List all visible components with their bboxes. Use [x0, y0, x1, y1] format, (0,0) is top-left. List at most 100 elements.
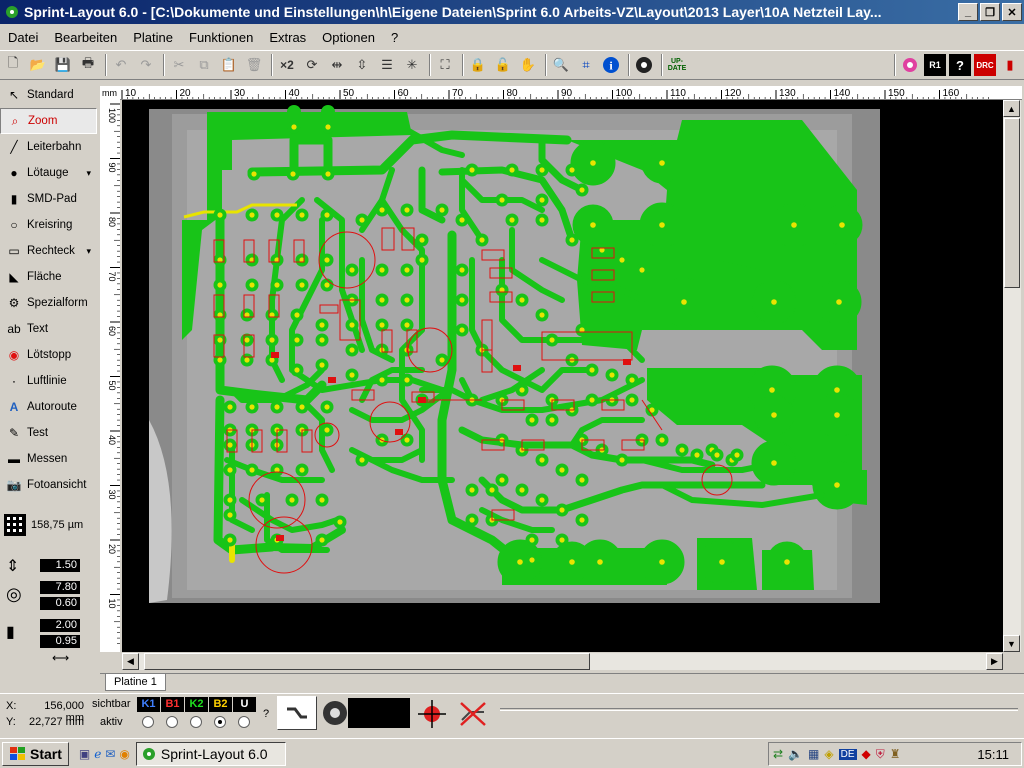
tool-autoroute[interactable]: A Autoroute [0, 394, 97, 420]
info-icon[interactable]: i [600, 54, 622, 76]
update-button[interactable]: UP- DATE [666, 54, 688, 76]
tool-rechteck[interactable]: ▭ Rechteck ▾ [0, 238, 97, 264]
pad-pattern-icon[interactable] [322, 700, 348, 729]
cut-icon[interactable]: ✂ [168, 54, 190, 76]
paste-icon[interactable]: 📋 [218, 54, 240, 76]
tool-fläche[interactable]: ◣ Fläche [0, 264, 97, 290]
new-file-icon[interactable]: 🗋 [2, 54, 24, 76]
update-tray-icon[interactable]: ♜ [890, 747, 901, 761]
layer-u-active-radio[interactable] [238, 716, 250, 728]
hand-icon[interactable]: ✋ [517, 54, 539, 76]
tool-leiterbahn[interactable]: ╱ Leiterbahn [0, 134, 97, 160]
ie-icon[interactable]: ℯ [94, 747, 101, 761]
delete-icon[interactable]: 🗑 [243, 54, 265, 76]
display-icon[interactable]: ◈ [824, 747, 833, 761]
layer-b1-visible[interactable]: B1 [161, 697, 184, 712]
rotate-icon[interactable]: ⟳ [301, 54, 323, 76]
grid-setting[interactable]: 158,75 µm [4, 514, 83, 536]
media-icon[interactable]: ◉ [119, 747, 129, 761]
tool-luftlinie[interactable]: ⸱ Luftlinie [0, 368, 97, 394]
menu-help[interactable]: ? [383, 30, 406, 45]
scroll-up-button[interactable]: ▲ [1003, 100, 1020, 117]
crop-icon[interactable]: ⌗ [575, 54, 597, 76]
grid-pattern-icon[interactable] [633, 54, 655, 76]
task-sprint-layout[interactable]: Sprint-Layout 6.0 [135, 741, 286, 766]
exit-icon[interactable]: ▮ [999, 54, 1021, 76]
drc-button[interactable]: DRC [974, 54, 996, 76]
vertical-scroll-thumb[interactable] [1004, 118, 1020, 288]
copy-icon[interactable]: ⧉ [193, 54, 215, 76]
tool-standard[interactable]: ↖ Standard [0, 82, 97, 108]
scanner-icon[interactable]: ▦ [808, 747, 819, 761]
dropdown-arrow-icon[interactable]: ▾ [86, 246, 91, 257]
layer-u-visible[interactable]: U [233, 697, 256, 712]
no-connect-icon[interactable] [458, 700, 488, 731]
print-icon[interactable]: 🖶 [77, 54, 99, 76]
layer-k2-visible[interactable]: K2 [185, 697, 208, 712]
crosshair-icon[interactable] [418, 700, 446, 731]
network-icon[interactable]: ⇄ [773, 747, 783, 761]
tool-kreisring[interactable]: ○ Kreisring [0, 212, 97, 238]
track-mode-button[interactable] [277, 696, 317, 730]
antivirus-icon[interactable]: ◆ [862, 747, 871, 761]
desktop-icon[interactable]: ▣ [79, 747, 90, 761]
help-query-icon[interactable]: ? [949, 54, 971, 76]
smd-width-field[interactable]: 2.00 [40, 619, 80, 632]
layer-k2-active-radio[interactable] [190, 716, 202, 728]
r1-button[interactable]: R1 [924, 54, 946, 76]
tool-smd-pad[interactable]: ▮ SMD-Pad [0, 186, 97, 212]
mirror-h-icon[interactable]: ⇹ [326, 54, 348, 76]
close-button[interactable]: ✕ [1002, 3, 1022, 21]
group-icon[interactable]: ⛶ [434, 54, 456, 76]
menu-platine[interactable]: Platine [125, 30, 181, 45]
layer-help[interactable]: ? [263, 708, 269, 720]
scroll-left-button[interactable]: ◀ [122, 653, 139, 670]
layer-b1-active-radio[interactable] [166, 716, 178, 728]
align-icon[interactable]: ☰ [376, 54, 398, 76]
scroll-right-button[interactable]: ▶ [986, 653, 1003, 670]
minimize-button[interactable]: _ [958, 3, 978, 21]
tool-fotoansicht[interactable]: 📷 Fotoansicht [0, 472, 97, 498]
tab-platine-1[interactable]: Platine 1 [105, 674, 166, 691]
horizontal-scrollbar[interactable]: ◀ ▶ [122, 653, 1003, 670]
menu-datei[interactable]: Datei [0, 30, 46, 45]
language-indicator[interactable]: DE [838, 748, 857, 760]
layer-b2-active-radio[interactable] [214, 716, 226, 728]
tool-text[interactable]: ab Text [0, 316, 97, 342]
layer-k1-visible[interactable]: K1 [137, 697, 160, 712]
tool-lötauge[interactable]: ● Lötauge ▾ [0, 160, 97, 186]
pad-inner-field[interactable]: 0.60 [40, 597, 80, 610]
save-icon[interactable]: 💾 [52, 54, 74, 76]
security-shield-icon[interactable]: ⛨ [876, 747, 885, 762]
undo-icon[interactable]: ↶ [110, 54, 132, 76]
target-icon[interactable] [899, 54, 921, 76]
redo-icon[interactable]: ↷ [135, 54, 157, 76]
menu-bearbeiten[interactable]: Bearbeiten [46, 30, 125, 45]
tool-test[interactable]: ✎ Test [0, 420, 97, 446]
dropdown-arrow-icon[interactable]: ▾ [86, 168, 91, 179]
menu-extras[interactable]: Extras [261, 30, 314, 45]
menu-optionen[interactable]: Optionen [314, 30, 383, 45]
layer-k1-active-radio[interactable] [142, 716, 154, 728]
smd-height-field[interactable]: 0.95 [40, 635, 80, 648]
lock-icon[interactable]: 🔒 [467, 54, 489, 76]
outlook-icon[interactable]: ✉ [105, 747, 115, 761]
tool-spezialform[interactable]: ⚙ Spezialform [0, 290, 97, 316]
tool-messen[interactable]: ▬ Messen [0, 446, 97, 472]
mirror-v-icon[interactable]: ⇳ [351, 54, 373, 76]
unlock-icon[interactable]: 🔓 [492, 54, 514, 76]
swap-icon[interactable]: ⟷ [52, 651, 69, 665]
duplicate-button[interactable]: ×2 [276, 54, 298, 76]
scroll-down-button[interactable]: ▼ [1003, 635, 1020, 652]
tool-lötstopp[interactable]: ◉ Lötstopp [0, 342, 97, 368]
vertical-scrollbar[interactable]: ▲ ▼ [1003, 100, 1021, 652]
menu-funktionen[interactable]: Funktionen [181, 30, 261, 45]
pcb-canvas[interactable] [122, 100, 1003, 652]
layer-b2-visible[interactable]: B2 [209, 697, 232, 712]
track-width-field[interactable]: 1.50 [40, 559, 80, 572]
pad-outer-field[interactable]: 7.80 [40, 581, 80, 594]
tool-zoom[interactable]: ⌕ Zoom [0, 108, 97, 134]
volume-icon[interactable]: 🔈 [788, 747, 803, 761]
restore-button[interactable]: ❐ [980, 3, 1000, 21]
open-folder-icon[interactable]: 📂 [27, 54, 49, 76]
